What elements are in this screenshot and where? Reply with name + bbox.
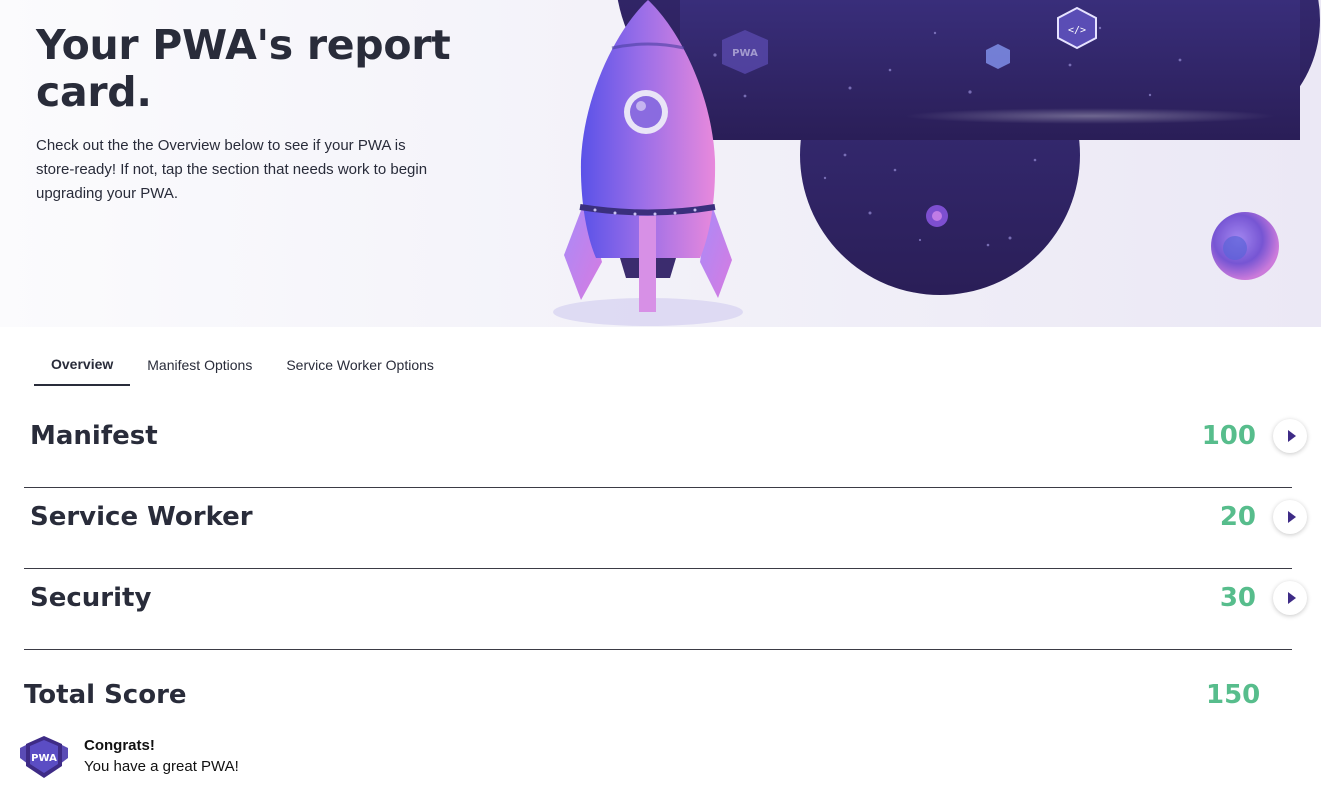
rocket-illustration: PWA </>: [553, 0, 1320, 326]
svg-text:PWA: PWA: [732, 48, 758, 59]
tab-overview[interactable]: Overview: [34, 344, 131, 386]
total-score-value: 150: [1206, 680, 1261, 710]
tab-manifest-options[interactable]: Manifest Options: [130, 344, 269, 386]
score-row-manifest[interactable]: Manifest 100: [24, 407, 1307, 488]
expand-security-button[interactable]: [1273, 581, 1307, 615]
expand-service-worker-button[interactable]: [1273, 500, 1307, 534]
svg-text:PWA: PWA: [31, 753, 57, 764]
score-row-label: Service Worker: [30, 502, 253, 532]
total-score-label: Total Score: [24, 680, 187, 710]
score-row-label: Security: [30, 583, 152, 613]
floating-orb-icon: [926, 205, 948, 227]
chevron-right-icon: [1287, 511, 1296, 523]
chevron-right-icon: [1287, 592, 1296, 604]
congrats-message: You have a great PWA!: [84, 758, 239, 775]
hero-banner: Your PWA's report card. Check out the th…: [0, 0, 1321, 327]
score-value: 30: [1219, 583, 1256, 613]
score-row-label: Manifest: [30, 421, 158, 451]
chevron-right-icon: [1287, 430, 1296, 442]
pwa-badge-icon: PWA: [20, 736, 68, 778]
tab-service-worker-options[interactable]: Service Worker Options: [269, 344, 451, 386]
page-title: Your PWA's report card.: [36, 21, 451, 116]
score-value: 20: [1219, 502, 1256, 532]
floating-blur-orb-icon: [1211, 212, 1279, 280]
svg-text:</>: </>: [1068, 25, 1086, 36]
hero-description: Check out the the Overview below to see …: [36, 137, 428, 202]
expand-manifest-button[interactable]: [1273, 419, 1307, 453]
report-tabs: Overview Manifest Options Service Worker…: [34, 344, 451, 388]
score-row-service-worker[interactable]: Service Worker 20: [24, 488, 1307, 569]
congrats-title: Congrats!: [84, 737, 155, 754]
floating-code-icon: </>: [1057, 6, 1097, 50]
score-value: 100: [1201, 421, 1256, 451]
score-row-security[interactable]: Security 30: [24, 569, 1307, 650]
